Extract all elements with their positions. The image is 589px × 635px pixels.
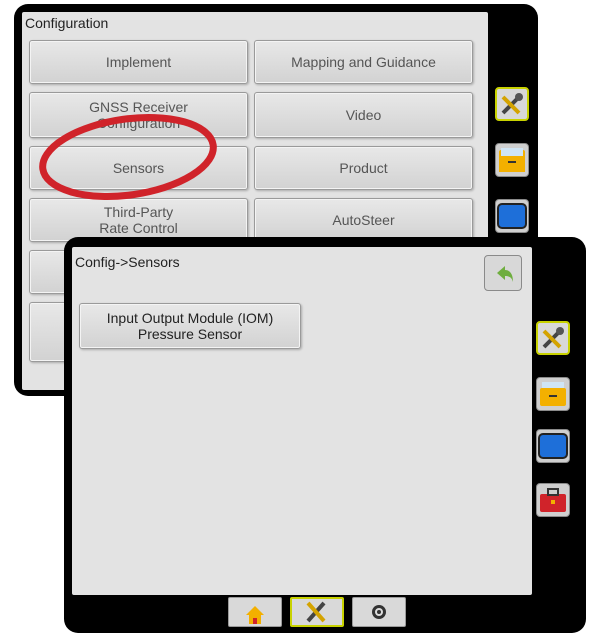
- bottom-nav: [228, 597, 408, 629]
- sensors-button[interactable]: Sensors: [29, 146, 248, 190]
- product-button[interactable]: Product: [254, 146, 473, 190]
- home-button[interactable]: [228, 597, 282, 627]
- autosteer-button[interactable]: AutoSteer: [254, 198, 473, 242]
- sensors-label: Sensors: [112, 160, 165, 176]
- third-party-label-2: Rate Control: [99, 220, 178, 236]
- gnss-receiver-label: GNSS Receiver: [89, 99, 188, 115]
- third-party-rate-control-button[interactable]: Third-Party Rate Control: [29, 198, 248, 242]
- pressure-sensor-label: Pressure Sensor: [137, 326, 243, 342]
- screen-icon: [538, 433, 568, 459]
- side-tab-screen[interactable]: [495, 199, 529, 233]
- sensors-screen: Config->Sensors Input Output Module (IOM…: [64, 237, 586, 633]
- implement-label: Implement: [105, 54, 172, 70]
- tools-nav-button[interactable]: [290, 597, 344, 627]
- home-icon: [246, 606, 264, 624]
- back-button[interactable]: [484, 255, 522, 291]
- video-button[interactable]: Video: [254, 92, 473, 138]
- camera-nav-button[interactable]: [352, 597, 406, 627]
- screen-icon: [497, 203, 527, 229]
- autosteer-label: AutoSteer: [332, 212, 395, 228]
- side-tab-tools-front[interactable]: [536, 321, 570, 355]
- side-tab-screen-front[interactable]: [536, 429, 570, 463]
- folder-icon: [540, 382, 566, 406]
- side-tab-toolbox-front[interactable]: [536, 483, 570, 517]
- side-tab-folder[interactable]: [495, 143, 529, 177]
- toolbox-icon: [540, 488, 566, 512]
- implement-button[interactable]: Implement: [29, 40, 248, 84]
- side-tab-folder-front[interactable]: [536, 377, 570, 411]
- sensors-panel: Config->Sensors Input Output Module (IOM…: [72, 247, 532, 595]
- iom-pressure-sensor-button[interactable]: Input Output Module (IOM) Pressure Senso…: [79, 303, 301, 349]
- side-tab-tools[interactable]: [495, 87, 529, 121]
- mapping-guidance-label: Mapping and Guidance: [291, 54, 436, 70]
- back-arrow-icon: [497, 266, 513, 282]
- video-label: Video: [345, 107, 382, 123]
- folder-icon: [499, 148, 525, 172]
- third-party-label: Third-Party: [103, 204, 174, 220]
- page-title: Configuration: [25, 15, 109, 31]
- gnss-receiver-button[interactable]: GNSS Receiver Configuration: [29, 92, 248, 138]
- product-label: Product: [339, 160, 388, 176]
- breadcrumb: Config->Sensors: [75, 254, 180, 270]
- tools-icon: [306, 601, 326, 623]
- iom-label: Input Output Module (IOM): [106, 310, 274, 326]
- mapping-guidance-button[interactable]: Mapping and Guidance: [254, 40, 473, 84]
- gnss-receiver-label-2: Configuration: [96, 115, 181, 131]
- tools-icon: [542, 327, 564, 349]
- camera-icon: [372, 605, 386, 619]
- tools-icon: [501, 93, 523, 115]
